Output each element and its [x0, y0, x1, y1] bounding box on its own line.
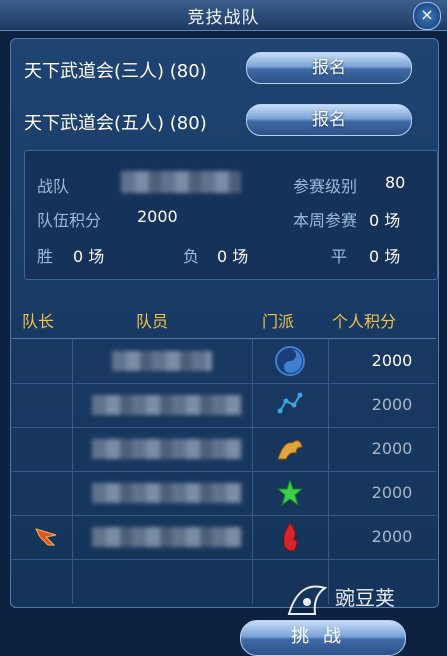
- header-faction: 门派: [262, 312, 295, 331]
- team-score-label: 队伍积分: [37, 211, 102, 230]
- title-bar: 竞技战队 ×: [0, 0, 447, 31]
- personal-score: 2000: [371, 527, 413, 546]
- constellation-icon: [277, 392, 303, 414]
- members-table: 队长 队员 门派 个人积分 2000 2000 2000 2000 2000: [12, 298, 436, 604]
- signup-button-5v5[interactable]: 报名: [246, 104, 412, 136]
- green-star-icon: [276, 478, 304, 507]
- weekly-matches-label: 本周参赛: [293, 211, 358, 230]
- taiji-icon: [275, 346, 305, 376]
- wins-value: 0 场: [73, 247, 105, 266]
- table-row[interactable]: 2000: [12, 427, 436, 472]
- header-personal-score: 个人积分: [332, 312, 397, 331]
- member-name-blurred: [92, 527, 242, 547]
- team-name-label: 战队: [37, 177, 70, 196]
- team-score-value: 2000: [137, 207, 178, 226]
- watermark: 豌豆荚: [285, 578, 445, 618]
- members-table-body: 2000 2000 2000 2000 2000: [12, 338, 436, 605]
- registration-label: 天下武道会(三人) (80): [24, 61, 207, 82]
- losses-value: 0 场: [217, 247, 249, 266]
- draws-label: 平: [331, 247, 348, 266]
- red-flame-icon: [283, 522, 298, 552]
- personal-score: 2000: [371, 483, 413, 502]
- pea-logo-icon: [287, 585, 328, 615]
- draws-value: 0 场: [369, 247, 401, 266]
- wins-label: 胜: [37, 247, 54, 266]
- personal-score: 2000: [371, 395, 413, 414]
- challenge-button[interactable]: 挑战: [240, 620, 406, 656]
- table-row[interactable]: 2000: [12, 339, 436, 384]
- team-name-blurred: [121, 171, 241, 193]
- level-label: 参赛级别: [293, 177, 358, 196]
- golden-beast-icon: [277, 440, 303, 460]
- member-name-blurred: [112, 351, 212, 371]
- captain-flag-icon: [35, 528, 57, 546]
- registration-label: 天下武道会(五人) (80): [24, 113, 207, 134]
- personal-score: 2000: [371, 351, 413, 370]
- header-member: 队员: [136, 312, 169, 331]
- personal-score: 2000: [371, 439, 413, 458]
- table-row[interactable]: 2000: [12, 383, 436, 428]
- losses-label: 负: [183, 247, 200, 266]
- level-value: 80: [385, 173, 406, 192]
- weekly-matches-value: 0 场: [369, 211, 401, 230]
- team-info-panel: 战队 参赛级别 80 队伍积分 2000 本周参赛 0 场 胜 0 场 负 0 …: [24, 150, 438, 280]
- member-name-blurred: [92, 439, 242, 459]
- member-name-blurred: [92, 483, 242, 503]
- registration-row-5v5: 天下武道会(五人) (80) 报名: [24, 104, 424, 138]
- header-captain: 队长: [22, 312, 55, 331]
- signup-button-3v3[interactable]: 报名: [246, 52, 412, 84]
- close-button[interactable]: ×: [413, 2, 441, 30]
- member-name-blurred: [92, 395, 242, 415]
- watermark-text: 豌豆荚: [335, 586, 395, 610]
- window-title: 竞技战队: [187, 8, 260, 28]
- registration-row-3v3: 天下武道会(三人) (80) 报名: [24, 52, 424, 86]
- table-row[interactable]: 2000: [12, 515, 436, 560]
- table-row[interactable]: 2000: [12, 471, 436, 516]
